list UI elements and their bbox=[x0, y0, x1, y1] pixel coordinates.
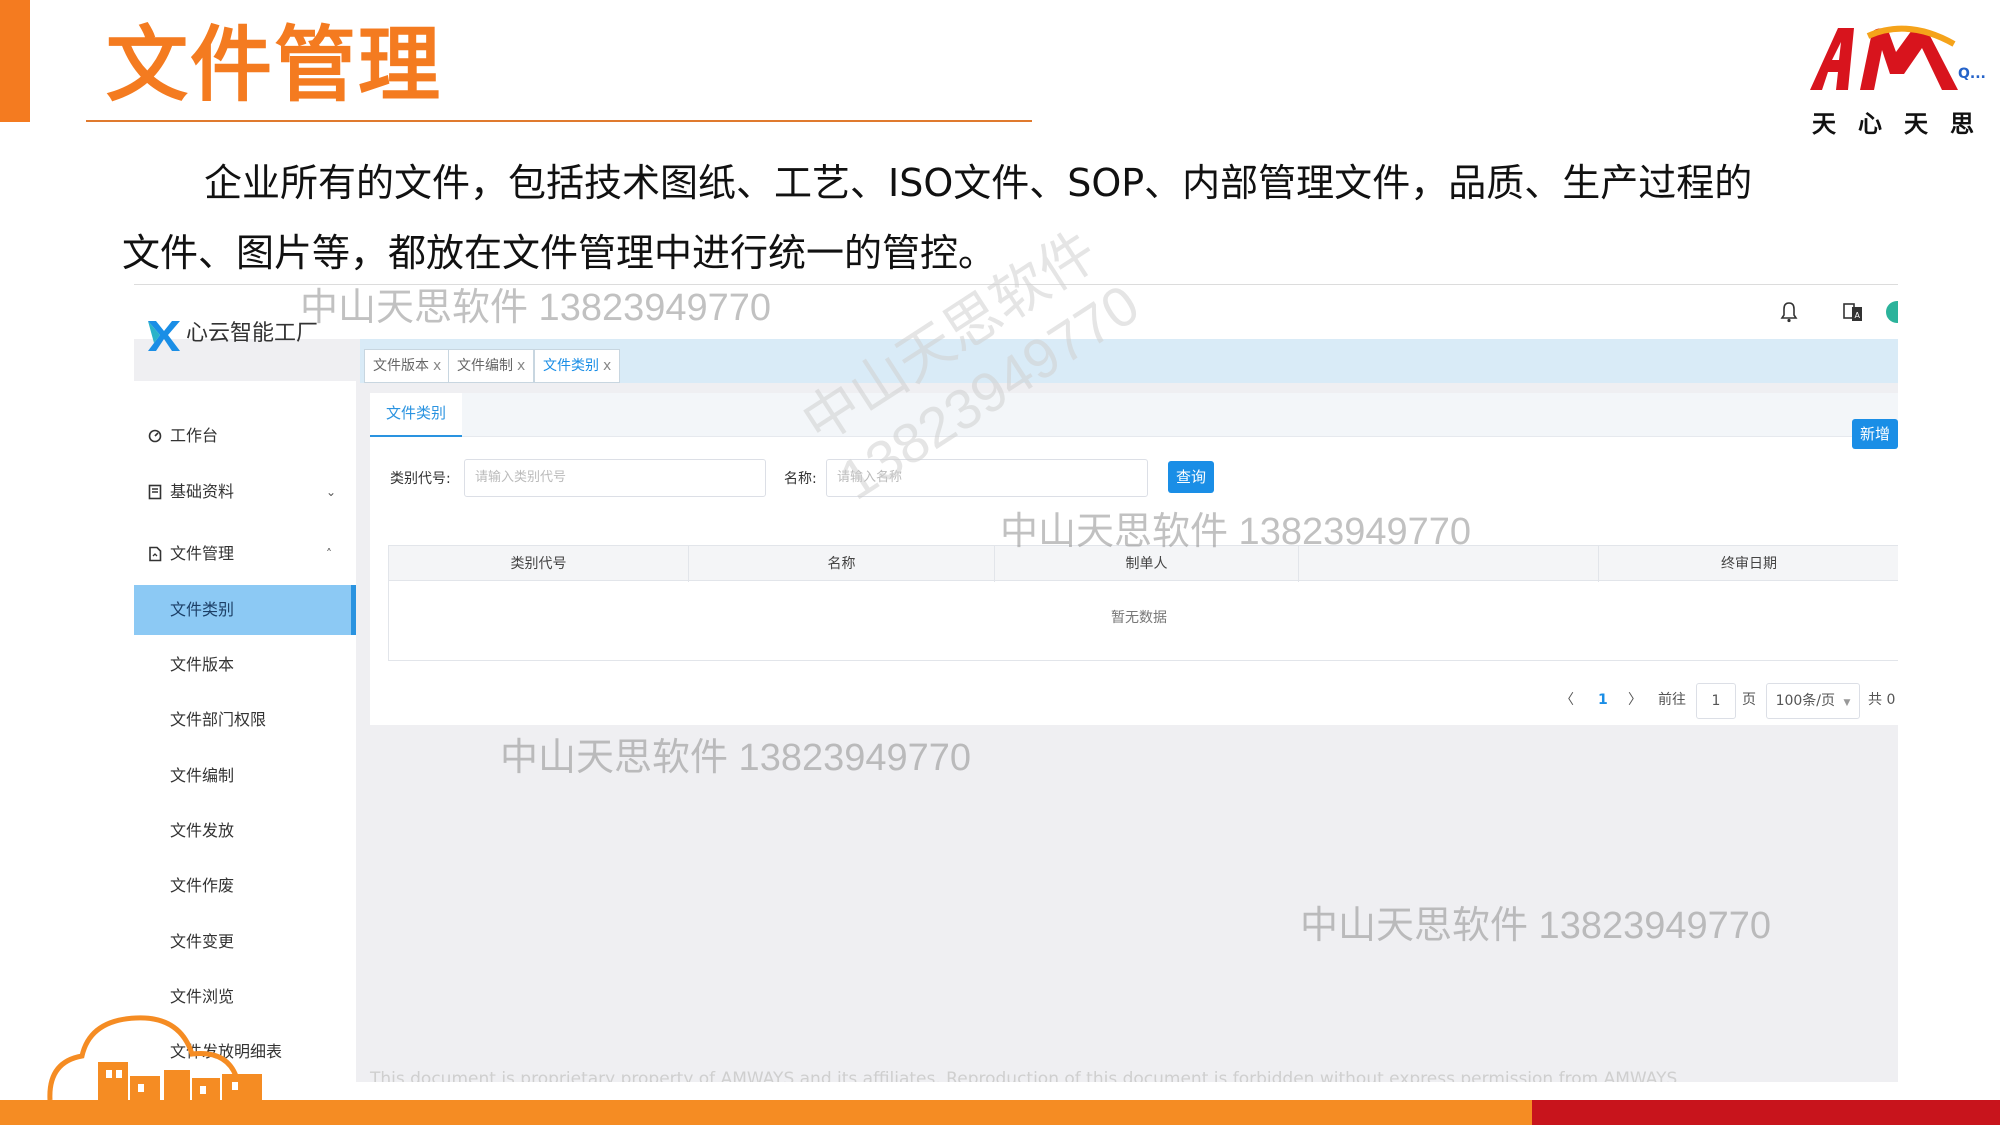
column-header[interactable]: 类别代号 bbox=[389, 546, 689, 582]
slide-title: 文件管理 bbox=[106, 18, 443, 113]
bottom-bar-orange bbox=[0, 1100, 1532, 1125]
company-logo: Q... 天心天思 bbox=[1808, 22, 1990, 138]
tab-file-compile[interactable]: 文件编制 x bbox=[448, 349, 535, 383]
tab-file-category[interactable]: 文件类别 x bbox=[534, 349, 621, 383]
watermark-text: 中山天思软件 13823949770 bbox=[500, 737, 972, 779]
watermark-text: 中山天思软件 13823949770 bbox=[1300, 905, 1772, 947]
add-button[interactable]: 新增 bbox=[1852, 419, 1898, 449]
sidebar-item-base-data[interactable]: 基础资料 ⌄ bbox=[134, 467, 356, 517]
sidebar-item-file-management[interactable]: 文件管理 ˄ bbox=[134, 529, 356, 579]
brand-logo-icon bbox=[148, 321, 180, 351]
chevron-down-icon: ⌄ bbox=[326, 485, 337, 499]
sidebar-item-label: 基础资料 bbox=[170, 482, 235, 501]
page-size-select[interactable]: 100条/页 ▼ bbox=[1766, 683, 1860, 719]
total-count: 共 0 条 bbox=[1868, 692, 1898, 708]
inner-tab-bar: 文件类别 bbox=[370, 393, 1898, 437]
intro-paragraph: 企业所有的文件，包括技术图纸、工艺、ISO文件、SOP、内部管理文件，品质、生产… bbox=[122, 161, 1753, 275]
close-icon[interactable]: x bbox=[517, 358, 525, 374]
sidebar: 工作台 基础资料 ⌄ 文件管理 ˄ 文件类别 文件版本 文件部门权限 文件编制 … bbox=[134, 381, 356, 1082]
column-header[interactable]: 名称 bbox=[689, 546, 995, 582]
sidebar-item-label: 工作台 bbox=[170, 426, 219, 445]
bottom-bar-red bbox=[1532, 1100, 2000, 1125]
svg-text:A: A bbox=[1855, 311, 1861, 320]
user-avatar-icon[interactable] bbox=[1884, 299, 1898, 325]
watermark-text: 中山天思软件 13823949770 bbox=[300, 287, 772, 329]
tab-label: 文件编制 bbox=[457, 358, 513, 374]
close-icon[interactable]: x bbox=[603, 358, 611, 374]
tab-label: 文件类别 bbox=[543, 358, 599, 374]
sidebar-sub-file-change[interactable]: 文件变更 bbox=[134, 917, 356, 967]
column-header[interactable]: 终审日期 bbox=[1599, 546, 1898, 582]
inner-tab-file-category[interactable]: 文件类别 bbox=[370, 393, 462, 437]
base-data-icon bbox=[148, 484, 162, 500]
caret-down-icon: ▼ bbox=[1843, 698, 1851, 708]
tab-bar: 文件版本 x 文件编制 x 文件类别 x bbox=[360, 339, 1898, 383]
page-number-current[interactable]: 1 bbox=[1598, 683, 1608, 717]
sidebar-sub-file-version[interactable]: 文件版本 bbox=[134, 640, 356, 690]
sidebar-sub-file-dept-permission[interactable]: 文件部门权限 bbox=[134, 695, 356, 745]
sidebar-sub-file-void[interactable]: 文件作废 bbox=[134, 861, 356, 911]
table-body: 暂无数据 bbox=[388, 581, 1898, 661]
page-unit-label: 页 bbox=[1742, 692, 1756, 708]
content-panel: 文件类别 类别代号: 请输入类别代号 名称: 请输入名称 查询 类别代号 名称 … bbox=[370, 393, 1898, 725]
footer-copyright-note: This document is proprietary property of… bbox=[370, 1069, 1678, 1082]
title-underline bbox=[86, 120, 1032, 122]
document-icon bbox=[149, 546, 162, 562]
tab-file-version[interactable]: 文件版本 x bbox=[364, 349, 451, 383]
chevron-up-icon: ˄ bbox=[326, 547, 332, 561]
slide-accent-bar bbox=[0, 0, 30, 122]
watermark-text: 中山天思软件 13823949770 bbox=[1000, 511, 1472, 553]
bell-icon[interactable] bbox=[1776, 299, 1802, 325]
category-code-input[interactable]: 请输入类别代号 bbox=[464, 459, 766, 497]
goto-page-input[interactable]: 1 bbox=[1696, 683, 1736, 719]
next-page-icon[interactable]: 〉 bbox=[1628, 683, 1642, 717]
sidebar-item-workbench[interactable]: 工作台 bbox=[134, 411, 356, 461]
translate-icon[interactable]: A bbox=[1840, 299, 1866, 325]
sidebar-item-label: 文件管理 bbox=[170, 544, 235, 563]
sidebar-sub-file-distribute[interactable]: 文件发放 bbox=[134, 806, 356, 856]
goto-label: 前往 bbox=[1658, 692, 1686, 708]
prev-page-icon[interactable]: 〈 bbox=[1560, 683, 1574, 717]
dashboard-icon bbox=[148, 429, 162, 443]
empty-state-text: 暂无数据 bbox=[1111, 610, 1167, 626]
sidebar-sub-file-compile[interactable]: 文件编制 bbox=[134, 751, 356, 801]
page-size-value: 100条/页 bbox=[1775, 693, 1836, 709]
close-icon[interactable]: x bbox=[433, 358, 441, 374]
cloud-city-illustration bbox=[47, 1015, 262, 1104]
sidebar-sub-file-category[interactable]: 文件类别 bbox=[134, 585, 356, 635]
name-label: 名称: bbox=[784, 471, 817, 487]
query-button[interactable]: 查询 bbox=[1168, 461, 1214, 493]
category-code-label: 类别代号: bbox=[390, 471, 451, 487]
logo-sub-mark: Q... bbox=[1958, 66, 1986, 82]
logo-tagline: 天心天思 bbox=[1812, 109, 1996, 138]
tab-label: 文件版本 bbox=[373, 358, 429, 374]
brand-name: 心云智能工厂 bbox=[186, 321, 319, 346]
